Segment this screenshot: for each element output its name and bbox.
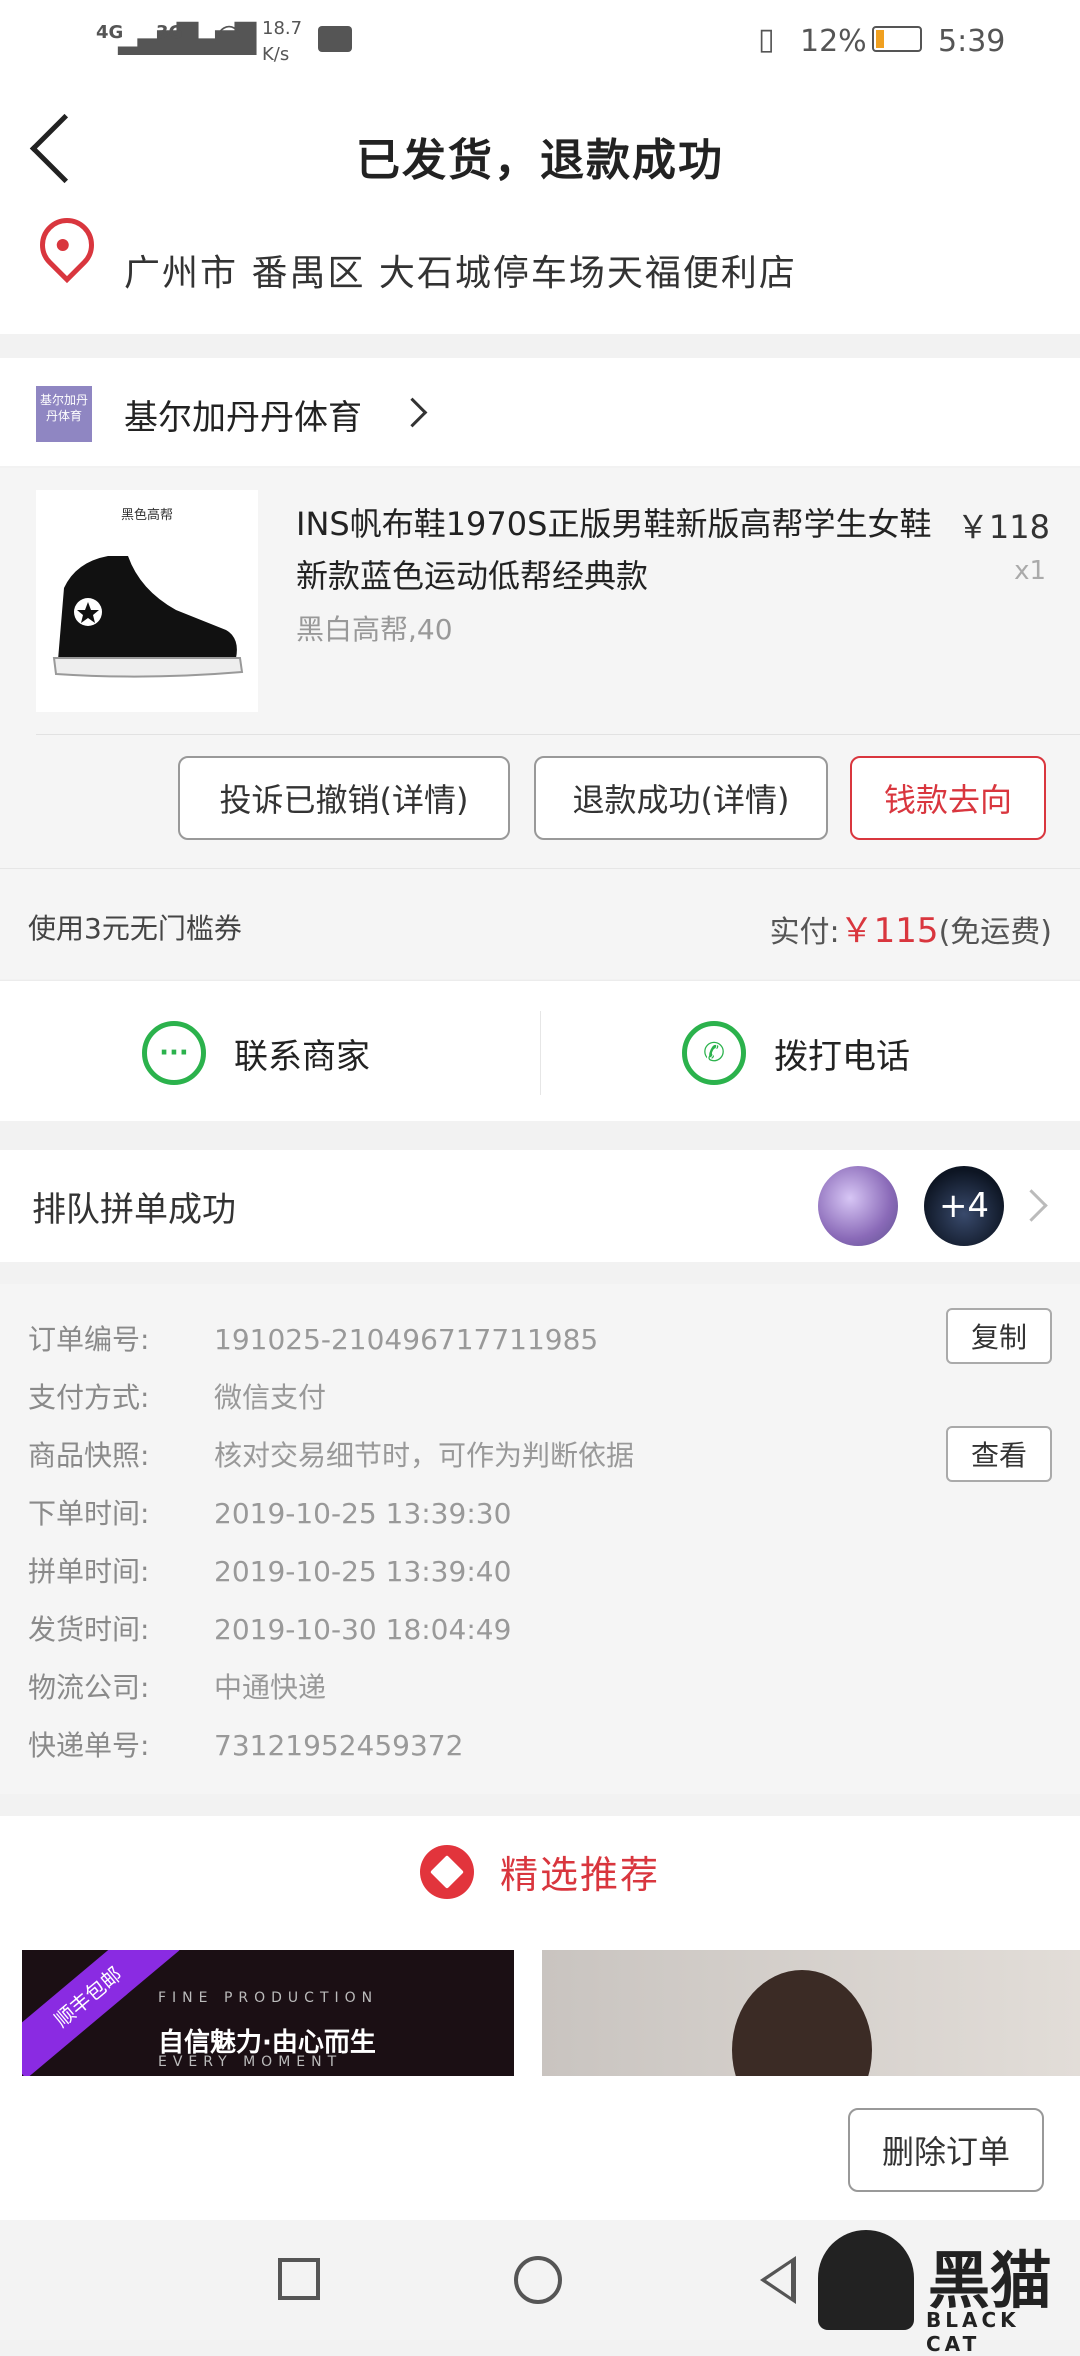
chevron-right-icon <box>397 397 428 428</box>
bottom-action-bar: 删除订单 <box>0 2076 1080 2220</box>
wifi-icon: ◠ <box>216 18 243 53</box>
detail-row: 订单编号: 191025-210496717711985 <box>28 1323 599 1356</box>
phone-icon: ✆ <box>682 1021 746 1085</box>
black-cat-logo-icon <box>818 2230 914 2330</box>
product-price: ￥118 <box>956 508 1050 546</box>
network-speed: 18.7 <box>262 18 303 39</box>
battery-percent: 12% <box>800 24 867 59</box>
contact-seller-button[interactable]: ··· 联系商家 <box>142 1021 370 1085</box>
delete-order-button[interactable]: 删除订单 <box>848 2108 1044 2192</box>
divider <box>540 1011 541 1095</box>
recommend-header: 精选推荐 <box>0 1844 1080 1899</box>
contact-bar: ··· 联系商家 ✆ 拨打电话 <box>0 980 1080 1121</box>
recommend-section: 精选推荐 顺丰包邮 FINE PRODUCTION 自信魅力·由心而生 EVER… <box>0 1816 1080 2076</box>
refund-detail-button[interactable]: 退款成功(详情) <box>534 756 828 840</box>
battery-icon <box>872 26 922 52</box>
watermark-subtext: BLACK CAT <box>926 2308 1020 2356</box>
home-icon[interactable] <box>514 2256 562 2304</box>
shop-logo: 基尔加丹丹体育 <box>36 386 92 442</box>
recent-apps-icon[interactable] <box>278 2258 320 2300</box>
detail-row: 下单时间: 2019-10-25 13:39:30 <box>28 1497 512 1530</box>
paid-amount: ￥115 <box>839 911 939 951</box>
vibrate-icon: ▯ <box>758 22 775 57</box>
paid-summary: 实付:￥115(免运费) <box>770 903 1052 952</box>
product-image[interactable]: 黑色高帮 <box>36 490 258 712</box>
order-number: 191025-210496717711985 <box>214 1323 599 1356</box>
copy-button[interactable]: 复制 <box>946 1308 1052 1364</box>
status-bar: 4G ▂▄▆█ 3G ▂▄▆█ ◠ 18.7 K/s ▯ 12% 5:39 <box>0 0 1080 84</box>
network-speed-unit: K/s <box>262 44 290 65</box>
detail-row: 商品快照: 核对交易细节时，可作为判断依据 <box>28 1439 635 1472</box>
divider <box>36 734 1080 735</box>
shipping-address: 广州市 番禺区 大石城停车场天福便利店 <box>0 206 1080 334</box>
product-name[interactable]: INS帆布鞋1970S正版男鞋新版高帮学生女鞋新款蓝色运动低帮经典款 <box>296 498 936 602</box>
payment-summary: 使用3元无门槛券 实付:￥115(免运费) <box>0 868 1080 979</box>
detail-row: 快递单号: 73121952459372 <box>28 1729 464 1762</box>
product-spec: 黑白高帮,40 <box>296 613 453 646</box>
paid-label: 实付: <box>769 915 840 950</box>
avatar-more: +4 <box>924 1166 1004 1246</box>
back-nav-icon[interactable] <box>760 2256 796 2304</box>
avatar <box>818 1166 898 1246</box>
coupon-text: 使用3元无门槛券 <box>28 912 242 945</box>
page-title: 已发货，退款成功 <box>356 135 724 186</box>
clock: 5:39 <box>938 24 1006 59</box>
sneaker-image <box>52 556 244 678</box>
detail-row: 支付方式: 微信支付 <box>28 1381 327 1414</box>
system-nav-bar: 黑猫 BLACK CAT <box>0 2220 1080 2356</box>
group-buy-row[interactable]: 排队拼单成功 +4 <box>0 1150 1080 1262</box>
free-shipping-ribbon: 顺丰包邮 <box>22 1950 180 2076</box>
header: 已发货，退款成功 <box>0 84 1080 214</box>
promo-small-text-2: EVERY MOMENT <box>158 2054 343 2070</box>
detail-row: 拼单时间: 2019-10-25 13:39:40 <box>28 1555 512 1588</box>
recommend-title: 精选推荐 <box>499 1853 660 1897</box>
location-pin-icon <box>28 206 106 284</box>
chat-icon: ··· <box>142 1021 206 1085</box>
group-status: 排队拼单成功 <box>32 1190 236 1230</box>
shop-name[interactable]: 基尔加丹丹体育 <box>124 390 362 439</box>
recommend-item[interactable] <box>542 1950 1080 2076</box>
shipping-fee: (免运费) <box>938 915 1052 950</box>
activity-icon <box>318 26 352 52</box>
order-details: 订单编号: 191025-210496717711985 复制 支付方式: 微信支付… <box>0 1284 1080 1794</box>
call-phone-button[interactable]: ✆ 拨打电话 <box>682 1021 910 1085</box>
call-phone-label: 拨打电话 <box>774 1036 910 1077</box>
shop-row[interactable]: 基尔加丹丹体育 基尔加丹丹体育 <box>0 358 1080 466</box>
detail-row: 物流公司: 中通快递 <box>28 1671 327 1704</box>
tracking-number: 73121952459372 <box>214 1729 464 1762</box>
product-photo <box>732 1970 872 2076</box>
product-quantity: x1 <box>1014 556 1046 586</box>
diamond-icon <box>419 1844 474 1899</box>
address-text: 广州市 番禺区 大石城停车场天福便利店 <box>124 253 797 294</box>
recommend-item[interactable]: 顺丰包邮 FINE PRODUCTION 自信魅力·由心而生 EVERY MOM… <box>22 1950 514 2076</box>
money-flow-button[interactable]: 钱款去向 <box>850 756 1046 840</box>
view-snapshot-button[interactable]: 查看 <box>946 1426 1052 1482</box>
watermark-text: 黑猫 <box>928 2244 1053 2317</box>
contact-seller-label: 联系商家 <box>234 1036 370 1077</box>
product-card: 黑色高帮 INS帆布鞋1970S正版男鞋新版高帮学生女鞋新款蓝色运动低帮经典款 … <box>0 468 1080 868</box>
detail-row: 发货时间: 2019-10-30 18:04:49 <box>28 1613 512 1646</box>
watermark: 黑猫 BLACK CAT <box>818 2230 1068 2356</box>
promo-small-text: FINE PRODUCTION <box>158 1990 379 2006</box>
battery-level <box>876 30 884 48</box>
chevron-right-icon <box>1015 1189 1048 1222</box>
complaint-detail-button[interactable]: 投诉已撤销(详情) <box>178 756 510 840</box>
